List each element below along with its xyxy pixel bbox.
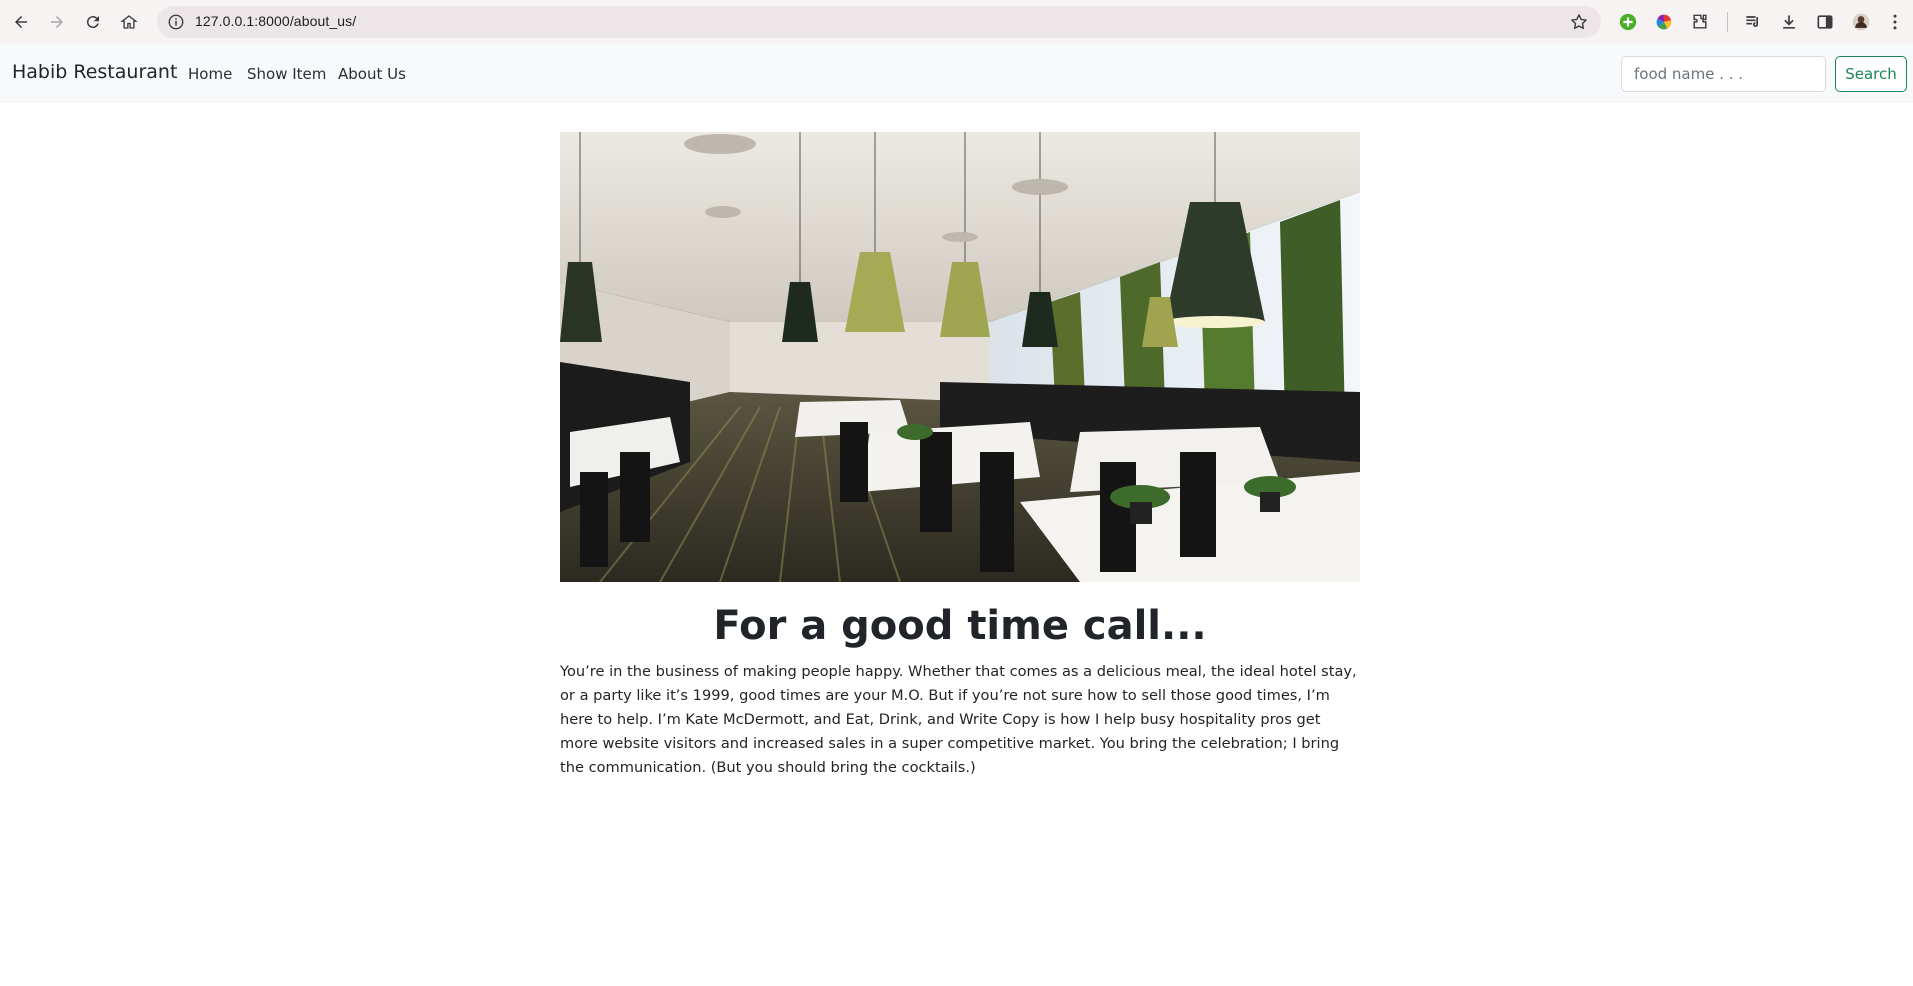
forward-arrow-icon[interactable] [39, 4, 75, 40]
search-input[interactable] [1621, 56, 1826, 92]
media-controls-icon[interactable] [1742, 11, 1764, 33]
navbar-brand[interactable]: Habib Restaurant [12, 61, 177, 83]
download-icon[interactable] [1778, 11, 1800, 33]
restaurant-interior-image [560, 132, 1360, 582]
color-wheel-extension-icon[interactable] [1653, 11, 1675, 33]
star-icon[interactable] [1569, 12, 1589, 32]
url-text[interactable]: 127.0.0.1:8000/about_us/ [195, 13, 356, 29]
page-headline: For a good time call... [713, 603, 1207, 649]
back-arrow-icon[interactable] [3, 4, 39, 40]
toolbar-divider [1727, 12, 1728, 32]
browser-toolbar: 127.0.0.1:8000/about_us/ [0, 0, 1913, 44]
nav-link-show-item[interactable]: Show Item [247, 65, 326, 83]
nav-link-home[interactable]: Home [188, 65, 232, 83]
more-menu-icon[interactable] [1884, 11, 1906, 33]
green-plus-extension-icon[interactable] [1617, 11, 1639, 33]
puzzle-extensions-icon[interactable] [1689, 11, 1711, 33]
side-panel-icon[interactable] [1814, 11, 1836, 33]
home-icon[interactable] [111, 4, 147, 40]
reload-icon[interactable] [75, 4, 111, 40]
nav-link-about-us[interactable]: About Us [338, 65, 406, 83]
address-bar[interactable]: 127.0.0.1:8000/about_us/ [157, 6, 1601, 38]
profile-avatar-icon[interactable] [1850, 11, 1872, 33]
site-info-icon[interactable] [167, 13, 185, 31]
about-paragraph: You’re in the business of making people … [560, 663, 1357, 776]
search-button[interactable]: Search [1835, 56, 1907, 92]
site-navbar: Habib Restaurant Home Show Item About Us… [0, 44, 1913, 102]
